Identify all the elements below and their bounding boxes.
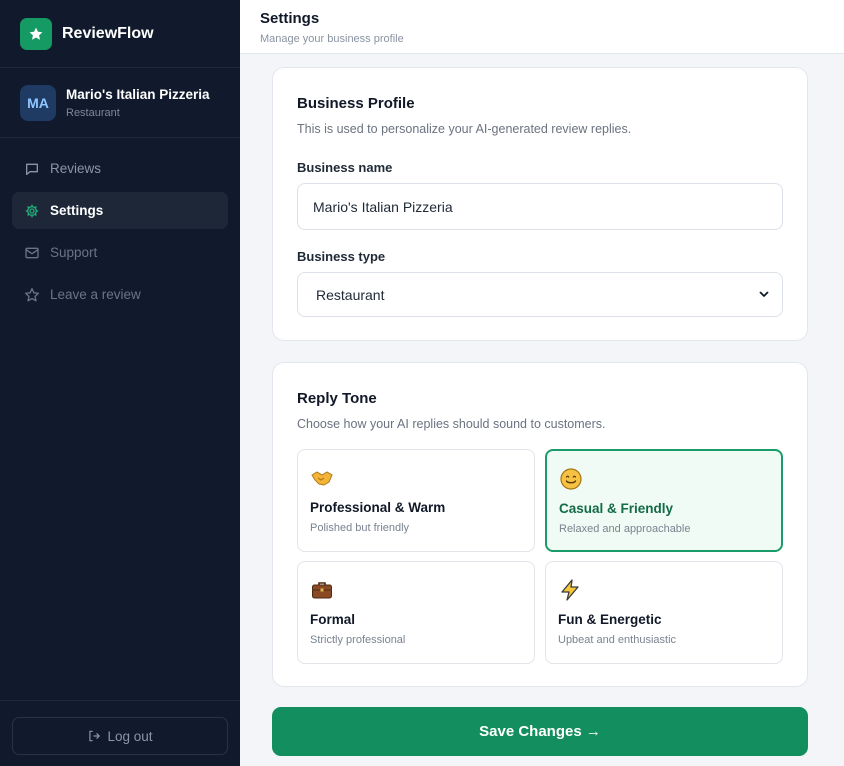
star-icon xyxy=(24,287,40,303)
tone-option-description: Relaxed and approachable xyxy=(559,523,691,535)
brand[interactable]: ReviewFlow xyxy=(0,0,240,68)
chevron-down-icon xyxy=(758,287,770,303)
reply-tone-description: Choose how your AI replies should sound … xyxy=(297,417,606,431)
tone-option-professional-warm[interactable]: Professional & Warm Polished but friendl… xyxy=(297,449,535,552)
sidebar-item-label: Settings xyxy=(50,203,104,218)
save-changes-button[interactable]: Save Changes → xyxy=(272,707,808,756)
sidebar-item-label: Leave a review xyxy=(50,287,141,302)
tone-option-label: Fun & Energetic xyxy=(558,612,662,627)
sidebar-item-support[interactable]: Support xyxy=(12,234,228,271)
tone-option-label: Professional & Warm xyxy=(310,500,446,515)
sidebar-item-settings[interactable]: Settings xyxy=(12,192,228,229)
sidebar-item-label: Reviews xyxy=(50,161,102,176)
reply-tone-title: Reply Tone xyxy=(297,390,377,407)
lightning-icon xyxy=(558,578,582,602)
sidebar: ReviewFlow MA Mario's Italian Pizzeria R… xyxy=(0,0,240,766)
tone-option-formal[interactable]: Formal Strictly professional xyxy=(297,561,535,664)
smiley-icon xyxy=(559,467,583,491)
page-subtitle: Manage your business profile xyxy=(260,33,404,45)
sidebar-item-leave-review[interactable]: Leave a review xyxy=(12,276,228,313)
sidebar-nav: Reviews Settings Support Leave a review xyxy=(0,138,240,313)
briefcase-icon xyxy=(310,578,334,602)
business-type: Restaurant xyxy=(66,106,120,119)
business-name-input[interactable] xyxy=(297,183,783,230)
sidebar-footer: Log out xyxy=(0,700,240,766)
tone-option-fun-energetic[interactable]: Fun & Energetic Upbeat and enthusiastic xyxy=(545,561,783,664)
business-name: Mario's Italian Pizzeria xyxy=(66,86,210,102)
tone-option-label: Casual & Friendly xyxy=(559,501,674,516)
business-name-label: Business name xyxy=(297,160,393,175)
sidebar-item-label: Support xyxy=(50,245,98,260)
sidebar-item-reviews[interactable]: Reviews xyxy=(12,150,228,187)
gear-icon xyxy=(24,203,40,219)
tone-option-description: Polished but friendly xyxy=(310,522,410,534)
logout-button[interactable]: Log out xyxy=(12,717,228,755)
tone-option-description: Upbeat and enthusiastic xyxy=(558,634,677,646)
brand-logo-icon xyxy=(20,17,52,50)
page-title: Settings xyxy=(260,10,320,27)
business-type-select[interactable]: Restaurant xyxy=(297,272,783,317)
business-type-label: Business type xyxy=(297,249,386,264)
handshake-icon xyxy=(310,466,334,490)
mail-icon xyxy=(24,245,40,261)
business-profile-title: Business Profile xyxy=(297,95,415,112)
business-avatar: MA xyxy=(20,84,56,121)
logout-icon xyxy=(87,729,101,743)
business-profile-card: Business Profile This is used to persona… xyxy=(272,67,808,341)
tone-option-casual-friendly[interactable]: Casual & Friendly Relaxed and approachab… xyxy=(545,449,783,552)
reply-tone-card: Reply Tone Choose how your AI replies sh… xyxy=(272,362,808,687)
chat-bubble-icon xyxy=(24,161,40,177)
business-type-value: Restaurant xyxy=(316,286,385,303)
business-switcher[interactable]: MA Mario's Italian Pizzeria Restaurant xyxy=(0,68,240,138)
tone-option-label: Formal xyxy=(310,612,356,627)
brand-name: ReviewFlow xyxy=(62,24,154,42)
page-header: Settings Manage your business profile xyxy=(240,0,844,54)
business-profile-description: This is used to personalize your AI-gene… xyxy=(297,122,632,136)
logout-label: Log out xyxy=(107,728,153,744)
tone-option-description: Strictly professional xyxy=(310,634,406,646)
